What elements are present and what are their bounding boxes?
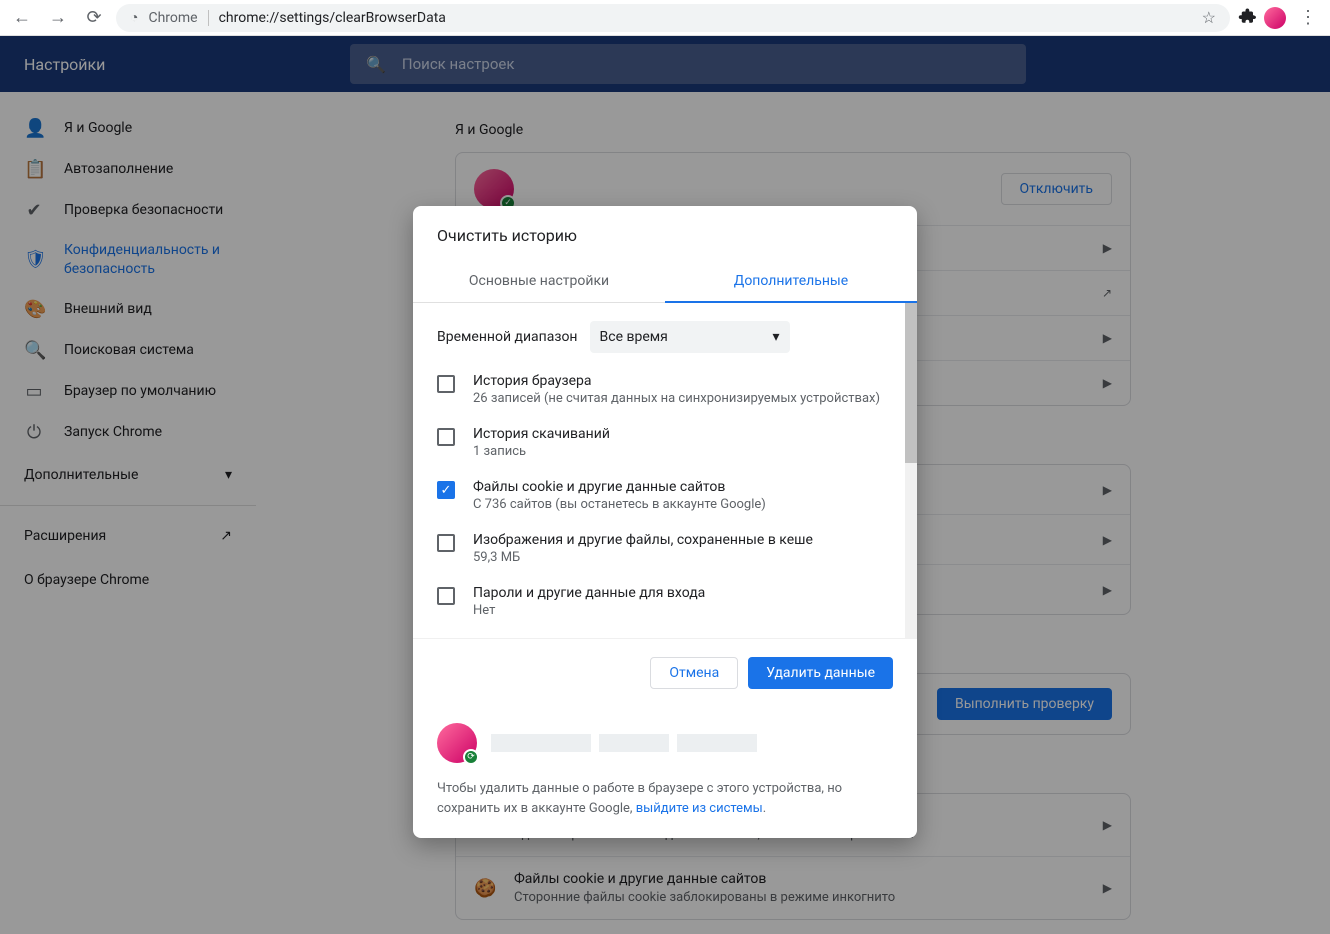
time-range-select[interactable]: Все время ▾ <box>590 321 790 353</box>
sync-badge-icon: ⟳ <box>463 749 479 765</box>
redacted-profile-info <box>491 734 757 752</box>
check-download-history[interactable]: История скачиваний1 запись <box>413 416 917 469</box>
footer-note: Чтобы удалить данные о работе в браузере… <box>437 779 893 818</box>
chrome-menu-button[interactable]: ⋮ <box>1294 4 1322 32</box>
back-button[interactable]: ← <box>8 4 36 32</box>
clear-data-button[interactable]: Удалить данные <box>748 657 893 689</box>
bookmark-star-icon[interactable]: ☆ <box>1202 8 1216 27</box>
omnibox[interactable]: ◔ Chrome chrome://settings/clearBrowserD… <box>116 4 1230 32</box>
dialog-footer: ⟳ Чтобы удалить данные о работе в браузе… <box>413 707 917 838</box>
clear-data-dialog: Очистить историю Основные настройки Допо… <box>413 206 917 838</box>
checkbox[interactable] <box>437 428 455 446</box>
dialog-title: Очистить историю <box>413 206 917 261</box>
cancel-button[interactable]: Отмена <box>650 657 738 689</box>
reload-button[interactable]: ⟳ <box>80 4 108 32</box>
omnibox-origin: Chrome <box>148 10 208 26</box>
check-passwords[interactable]: Пароли и другие данные для входаНет <box>413 575 917 628</box>
forward-button[interactable]: → <box>44 4 72 32</box>
dialog-tabs: Основные настройки Дополнительные <box>413 261 917 303</box>
footer-avatar-icon: ⟳ <box>437 723 477 763</box>
site-info-icon: ◔ <box>130 9 138 26</box>
browser-toolbar: ← → ⟳ ◔ Chrome chrome://settings/clearBr… <box>0 0 1330 36</box>
check-cached-images[interactable]: Изображения и другие файлы, сохраненные … <box>413 522 917 575</box>
tab-basic[interactable]: Основные настройки <box>413 261 665 302</box>
check-cookies[interactable]: ✓ Файлы cookie и другие данные сайтовС 7… <box>413 469 917 522</box>
time-range-label: Временной диапазон <box>437 329 578 345</box>
profile-avatar[interactable] <box>1264 7 1286 29</box>
checkbox[interactable] <box>437 534 455 552</box>
sign-out-link[interactable]: выйдите из системы <box>636 801 763 816</box>
tab-advanced[interactable]: Дополнительные <box>665 261 917 303</box>
settings-page: Настройки 🔍 👤Я и Google 📋Автозаполнение … <box>0 36 1330 934</box>
dialog-scrollbar[interactable] <box>905 303 917 638</box>
checkbox[interactable] <box>437 587 455 605</box>
check-browsing-history[interactable]: История браузера26 записей (не считая да… <box>413 363 917 416</box>
check-autofill-data[interactable]: Данные для автозаполнения <box>413 628 917 638</box>
modal-overlay: Очистить историю Основные настройки Допо… <box>0 36 1330 934</box>
chevron-down-icon: ▾ <box>772 329 779 345</box>
checkbox[interactable]: ✓ <box>437 481 455 499</box>
extensions-icon[interactable] <box>1238 7 1256 29</box>
omnibox-url: chrome://settings/clearBrowserData <box>219 10 446 26</box>
checkbox[interactable] <box>437 375 455 393</box>
dialog-body: Временной диапазон Все время ▾ История б… <box>413 303 917 638</box>
